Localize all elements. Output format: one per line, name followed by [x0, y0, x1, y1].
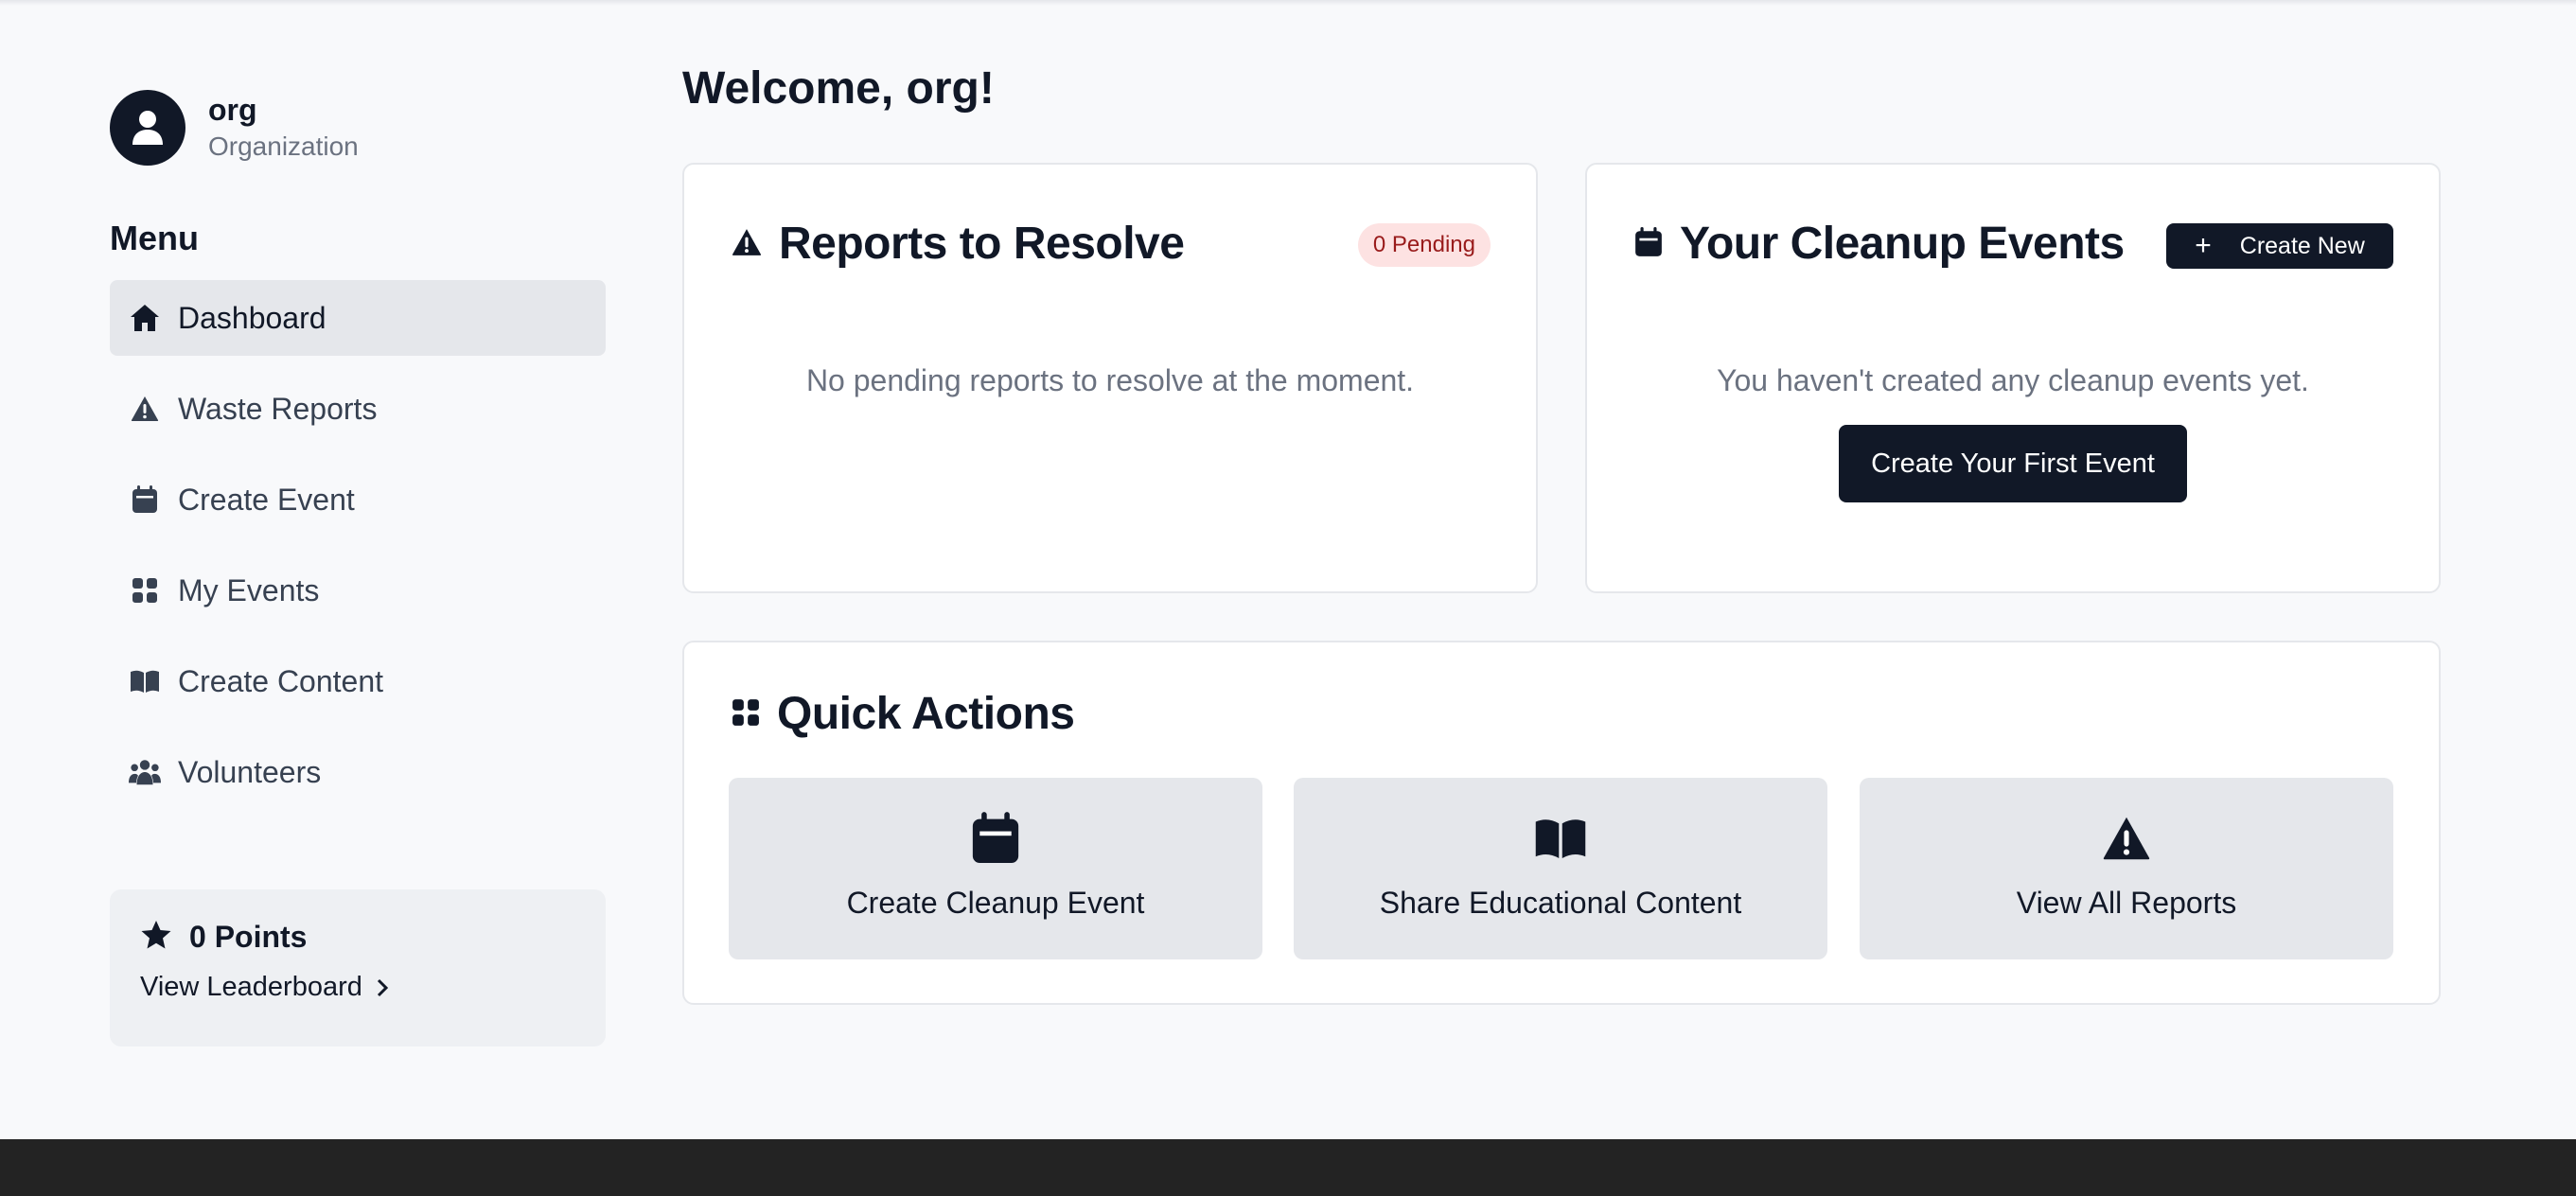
points-card: 0 Points View Leaderboard [110, 889, 606, 1046]
tile-label: Create Cleanup Event [846, 886, 1145, 920]
sidebar-item-volunteers[interactable]: Volunteers [110, 734, 606, 810]
sidebar-item-dashboard[interactable]: Dashboard [110, 280, 606, 356]
sidebar-item-create-content[interactable]: Create Content [110, 643, 606, 719]
page-title: Welcome, org! [682, 63, 995, 114]
quick-actions-title: Quick Actions [777, 689, 1075, 739]
reports-title: Reports to Resolve [779, 219, 1185, 269]
warning-icon [129, 393, 161, 425]
pending-badge: 0 Pending [1357, 223, 1491, 267]
share-educational-content-tile[interactable]: Share Educational Content [1294, 778, 1827, 959]
star-icon [140, 920, 172, 955]
user-profile: org Organization [110, 89, 606, 167]
sidebar-item-label: Dashboard [178, 300, 326, 335]
reports-empty-message: No pending reports to resolve at the mom… [805, 363, 1415, 397]
sidebar-item-my-events[interactable]: My Events [110, 553, 606, 628]
sidebar: org Organization Menu Dashboard Waste Re… [110, 89, 606, 825]
book-icon [1534, 812, 1587, 865]
create-cleanup-event-tile[interactable]: Create Cleanup Event [729, 778, 1262, 959]
reports-card: Reports to Resolve 0 Pending No pending … [682, 163, 1538, 593]
home-icon [129, 302, 161, 334]
warning-icon [2102, 812, 2151, 865]
events-empty-message: You haven't created any cleanup events y… [1717, 363, 2309, 397]
users-icon [129, 756, 161, 788]
events-card: Your Cleanup Events + Create New You hav… [1585, 163, 2441, 593]
grid-icon [129, 574, 161, 607]
calendar-icon [129, 484, 161, 516]
points-label: 0 Points [189, 920, 308, 954]
sidebar-item-label: Create Event [178, 482, 355, 517]
user-icon [132, 111, 163, 145]
avatar[interactable] [110, 90, 185, 166]
sidebar-item-label: Volunteers [178, 754, 322, 789]
create-new-label: Create New [2239, 232, 2365, 259]
menu-title: Menu [110, 219, 199, 257]
create-first-event-button[interactable]: Create Your First Event [1839, 425, 2187, 502]
leaderboard-link-label: View Leaderboard [140, 972, 362, 1002]
calendar-icon [1634, 226, 1663, 262]
user-role: Organization [208, 132, 359, 161]
sidebar-item-waste-reports[interactable]: Waste Reports [110, 371, 606, 447]
user-name: org [208, 93, 257, 127]
calendar-icon [971, 812, 1020, 865]
create-new-button[interactable]: + Create New [2166, 223, 2393, 269]
top-shadow [0, 0, 2576, 6]
sidebar-menu: Dashboard Waste Reports Create Event My … [110, 280, 606, 810]
warning-icon [732, 228, 762, 261]
chevron-right-icon [377, 978, 388, 996]
view-leaderboard-link[interactable]: View Leaderboard [140, 972, 575, 1003]
sidebar-item-label: My Events [178, 572, 320, 607]
plus-icon: + [2195, 230, 2212, 261]
footer [0, 1139, 2576, 1196]
sidebar-item-label: Create Content [178, 663, 384, 698]
view-all-reports-tile[interactable]: View All Reports [1860, 778, 2393, 959]
grid-icon [732, 698, 760, 731]
events-title: Your Cleanup Events [1680, 219, 2125, 269]
sidebar-item-label: Waste Reports [178, 391, 378, 426]
sidebar-item-create-event[interactable]: Create Event [110, 462, 606, 537]
book-icon [129, 665, 161, 697]
tile-label: View All Reports [2016, 886, 2237, 920]
tile-label: Share Educational Content [1379, 886, 1742, 920]
